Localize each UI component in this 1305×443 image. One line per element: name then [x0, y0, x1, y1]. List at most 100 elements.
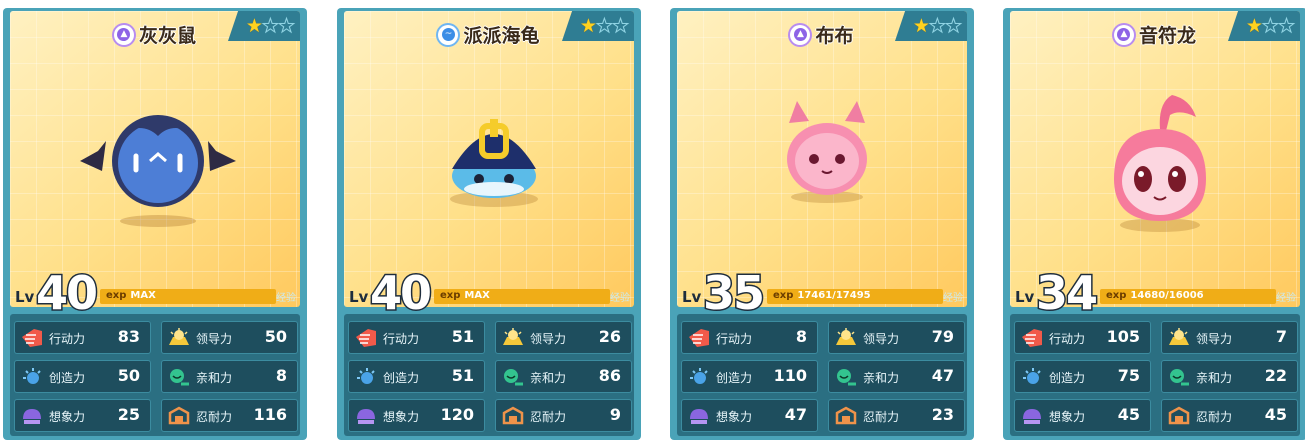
exp-bar: exp 14680/16006 [1100, 289, 1276, 304]
stat-action: 行动力 8 [681, 321, 818, 354]
stat-label: 领导力 [1196, 332, 1233, 346]
stat-label: 领导力 [196, 332, 233, 346]
stat-creation: 创造力 75 [1014, 360, 1151, 393]
pet-name: 音符龙 [1138, 25, 1196, 47]
level-number: 35 [701, 265, 766, 322]
stat-value: 83 [117, 327, 140, 346]
pet-card[interactable]: ★★★ ~ 派派海龟 Lv 40 exp MAX 经验 行动力 51 领导力 26 [337, 8, 641, 440]
stat-value: 120 [440, 405, 474, 424]
stat-value: 25 [117, 405, 140, 424]
stat-value: 86 [598, 366, 621, 385]
level-bar: Lv 34 exp 14680/16006 经验 [1010, 265, 1300, 322]
level-bar: Lv 35 exp 17461/17495 经验 [677, 265, 967, 322]
stat-label: 创造力 [383, 371, 420, 385]
stat-value: 23 [931, 405, 954, 424]
affinity-icon [834, 366, 858, 388]
creation-icon [20, 366, 44, 388]
stat-label: 亲和力 [196, 371, 233, 385]
stat-endurance: 忍耐力 23 [828, 399, 965, 432]
stat-creation: 创造力 110 [681, 360, 818, 393]
sea-turtle-pet [344, 11, 634, 307]
exp-label: exp [106, 290, 127, 301]
stat-affinity: 亲和力 22 [1161, 360, 1298, 393]
exp-bar: exp MAX [100, 289, 276, 304]
grey-rat-pet [10, 11, 300, 307]
pet-name: 布布 [815, 25, 854, 47]
pet-name: 派派海龟 [463, 25, 540, 47]
creation-icon [354, 366, 378, 388]
stat-value: 45 [1264, 405, 1287, 424]
affinity-icon [167, 366, 191, 388]
stat-label: 亲和力 [530, 371, 567, 385]
exp-bar: exp 17461/17495 [767, 289, 943, 304]
stats-panel: 行动力 51 领导力 26 创造力 51 亲和力 86 想象力 120 忍耐力 … [344, 314, 634, 436]
imagination-icon [1020, 405, 1044, 427]
endurance-icon [834, 405, 858, 427]
exp-button[interactable]: 经验 [610, 289, 630, 304]
exp-value: 17461/17495 [797, 290, 871, 301]
stat-leadership: 领导力 50 [161, 321, 298, 354]
stats-panel: 行动力 83 领导力 50 创造力 50 亲和力 8 想象力 25 忍耐力 11… [10, 314, 300, 436]
stat-action: 行动力 51 [348, 321, 485, 354]
affinity-icon [501, 366, 525, 388]
stat-label: 想象力 [1049, 410, 1086, 424]
exp-button[interactable]: 经验 [1276, 289, 1296, 304]
level-label: Lv [682, 288, 702, 306]
pet-card[interactable]: ★★★ ▲ 音符龙 Lv 34 exp 14680/16006 经验 行动力 10… [1003, 8, 1305, 440]
pet-card[interactable]: ★★★ ▲ 灰灰鼠 Lv 40 expMAX 经验 行动力 83 领导力 50 [3, 8, 307, 440]
pet-card[interactable]: ★★★ ▲ 布布 Lv 35 exp 17461/17495 经验 行动力 8 领… [670, 8, 974, 440]
stat-value: 47 [931, 366, 954, 385]
stat-value: 7 [1275, 327, 1287, 346]
stat-affinity: 亲和力 8 [161, 360, 298, 393]
pet-name: 灰灰鼠 [138, 25, 196, 47]
pet-portrait: ★★★ ▲ 布布 [677, 11, 967, 307]
leadership-icon [834, 327, 858, 349]
stat-label: 领导力 [530, 332, 567, 346]
stat-affinity: 亲和力 86 [495, 360, 632, 393]
stat-label: 创造力 [716, 371, 753, 385]
level-number: 34 [1034, 265, 1099, 322]
stat-label: 忍耐力 [863, 410, 900, 424]
stat-creation: 创造力 51 [348, 360, 485, 393]
stat-value: 45 [1117, 405, 1140, 424]
stat-imagination: 想象力 25 [14, 399, 151, 432]
dark-element-icon: ▲ [113, 24, 134, 45]
stat-label: 行动力 [716, 332, 753, 346]
stat-action: 行动力 83 [14, 321, 151, 354]
exp-label: exp [773, 290, 794, 301]
endurance-icon [501, 405, 525, 427]
stat-endurance: 忍耐力 45 [1161, 399, 1298, 432]
level-number: 40 [34, 265, 99, 322]
action-icon [687, 327, 711, 349]
stat-affinity: 亲和力 47 [828, 360, 965, 393]
stat-value: 26 [598, 327, 621, 346]
exp-value: MAX [464, 290, 490, 301]
level-bar: Lv 40 exp MAX 经验 [10, 265, 300, 322]
stat-leadership: 领导力 7 [1161, 321, 1298, 354]
stat-label: 行动力 [1049, 332, 1086, 346]
stat-creation: 创造力 50 [14, 360, 151, 393]
pet-portrait: ★★★ ▲ 音符龙 [1010, 11, 1300, 307]
level-label: Lv [349, 288, 369, 306]
stat-value: 105 [1106, 327, 1140, 346]
stat-label: 忍耐力 [530, 410, 567, 424]
exp-button[interactable]: 经验 [943, 289, 963, 304]
exp-button[interactable]: 经验 [276, 289, 296, 304]
stats-panel: 行动力 105 领导力 7 创造力 75 亲和力 22 想象力 45 忍耐力 4… [1010, 314, 1300, 436]
stat-endurance: 忍耐力 9 [495, 399, 632, 432]
stat-label: 创造力 [49, 371, 86, 385]
stats-panel: 行动力 8 领导力 79 创造力 110 亲和力 47 想象力 47 忍耐力 2… [677, 314, 967, 436]
stat-label: 行动力 [383, 332, 420, 346]
stat-label: 行动力 [49, 332, 86, 346]
imagination-icon [687, 405, 711, 427]
pet-portrait: ★★★ ~ 派派海龟 [344, 11, 634, 307]
stat-imagination: 想象力 47 [681, 399, 818, 432]
stat-value: 116 [253, 405, 287, 424]
action-icon [354, 327, 378, 349]
exp-bar: exp MAX [434, 289, 610, 304]
leadership-icon [167, 327, 191, 349]
action-icon [1020, 327, 1044, 349]
exp-value: MAX [130, 290, 156, 301]
leadership-icon [501, 327, 525, 349]
creation-icon [687, 366, 711, 388]
